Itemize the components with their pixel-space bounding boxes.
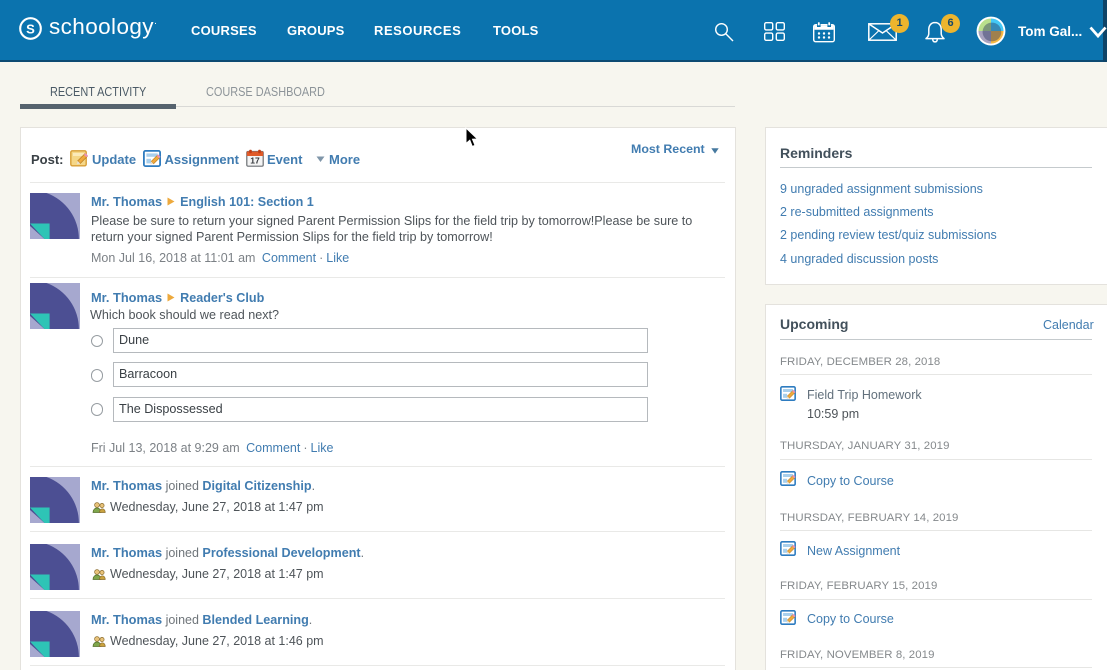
svg-text:17: 17 [250, 156, 260, 166]
svg-text:S: S [26, 21, 35, 36]
